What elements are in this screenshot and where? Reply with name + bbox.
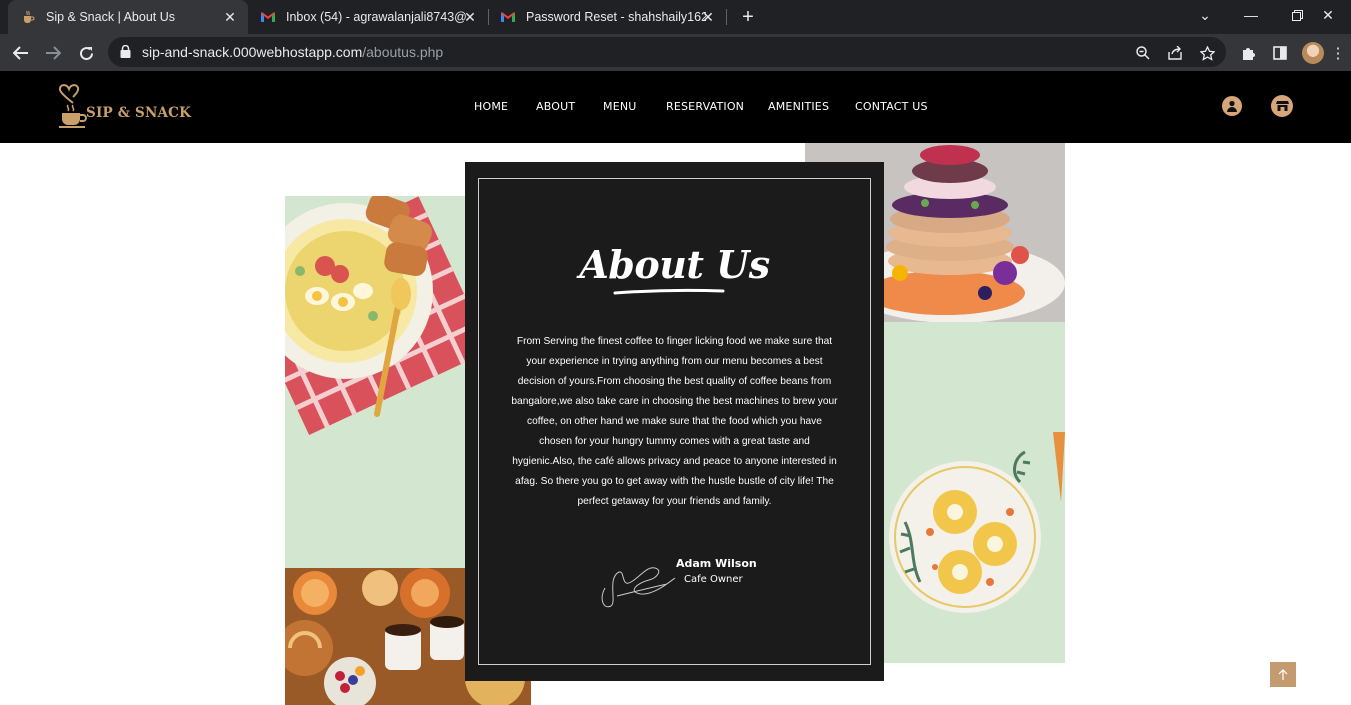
url-path: /aboutus.php xyxy=(362,44,444,60)
browser-tab-password-reset[interactable]: Password Reset - shahshaily1626 ✕ xyxy=(488,0,726,34)
reload-icon[interactable] xyxy=(73,40,99,66)
owner-role: Cafe Owner xyxy=(684,574,743,585)
back-arrow-icon[interactable] xyxy=(8,40,34,66)
close-window-icon[interactable]: ✕ xyxy=(1305,0,1351,30)
close-tab-icon[interactable]: ✕ xyxy=(700,9,716,25)
side-panel-icon[interactable] xyxy=(1269,42,1291,64)
owner-signature-image xyxy=(601,567,676,608)
nav-contact-us[interactable]: CONTACT US xyxy=(855,100,928,113)
bookmark-star-icon[interactable] xyxy=(1197,43,1217,63)
logo-text: SIP & SNACK xyxy=(86,105,192,121)
tab-separator xyxy=(726,9,727,25)
gmail-favicon-icon xyxy=(500,9,516,25)
title-brush-underline xyxy=(613,288,725,295)
new-tab-icon[interactable]: + xyxy=(737,6,759,28)
user-icon[interactable] xyxy=(1222,96,1242,116)
about-us-heading: About Us xyxy=(579,242,770,287)
profile-avatar[interactable] xyxy=(1302,42,1324,64)
tab-title: Inbox (54) - agrawalanjali8743@g xyxy=(286,10,466,24)
arrow-up-icon[interactable] xyxy=(1270,662,1296,687)
store-icon[interactable] xyxy=(1271,95,1293,117)
lock-icon xyxy=(120,45,131,58)
nav-amenities[interactable]: AMENITIES xyxy=(768,100,829,113)
close-tab-icon[interactable]: ✕ xyxy=(222,9,238,25)
about-us-card: About Us From Serving the finest coffee … xyxy=(465,162,884,681)
tab-title: Sip & Snack | About Us xyxy=(46,10,176,24)
site-header: SIP & SNACK HOME ABOUT MENU RESERVATION … xyxy=(0,71,1351,143)
about-description: From Serving the finest coffee to finger… xyxy=(511,336,838,507)
tab-title: Password Reset - shahshaily1626 xyxy=(526,10,706,24)
nav-menu[interactable]: MENU xyxy=(603,100,637,113)
address-bar[interactable]: sip-and-snack.000webhostapp.com/aboutus.… xyxy=(108,37,1226,67)
close-tab-icon[interactable]: ✕ xyxy=(462,9,478,25)
minimize-icon[interactable]: — xyxy=(1228,0,1274,30)
nav-reservation[interactable]: RESERVATION xyxy=(666,100,744,113)
url-host: sip-and-snack.000webhostapp.com xyxy=(142,44,363,60)
extensions-puzzle-icon[interactable] xyxy=(1237,42,1259,64)
browser-tab-inbox[interactable]: Inbox (54) - agrawalanjali8743@g ✕ xyxy=(248,0,488,34)
share-icon[interactable] xyxy=(1165,43,1185,63)
tab-search-chevron-icon[interactable]: ⌄ xyxy=(1182,0,1228,30)
browser-tab-about[interactable]: Sip & Snack | About Us ✕ xyxy=(8,0,248,34)
browser-tab-bar: Sip & Snack | About Us ✕ Inbox (54) - ag… xyxy=(0,0,1351,34)
nav-home[interactable]: HOME xyxy=(474,100,508,113)
browser-toolbar: sip-and-snack.000webhostapp.com/aboutus.… xyxy=(0,34,1351,71)
zoom-icon[interactable] xyxy=(1133,43,1153,63)
coffee-favicon-icon xyxy=(20,9,36,25)
url-text: sip-and-snack.000webhostapp.com/aboutus.… xyxy=(142,44,443,60)
menu-kebab-icon[interactable]: ⋮ xyxy=(1327,42,1349,64)
owner-name: Adam Wilson xyxy=(676,557,757,570)
nav-about[interactable]: ABOUT xyxy=(536,100,575,113)
forward-arrow-icon[interactable] xyxy=(40,40,66,66)
site-logo[interactable]: SIP & SNACK xyxy=(56,83,191,131)
gmail-favicon-icon xyxy=(260,9,276,25)
